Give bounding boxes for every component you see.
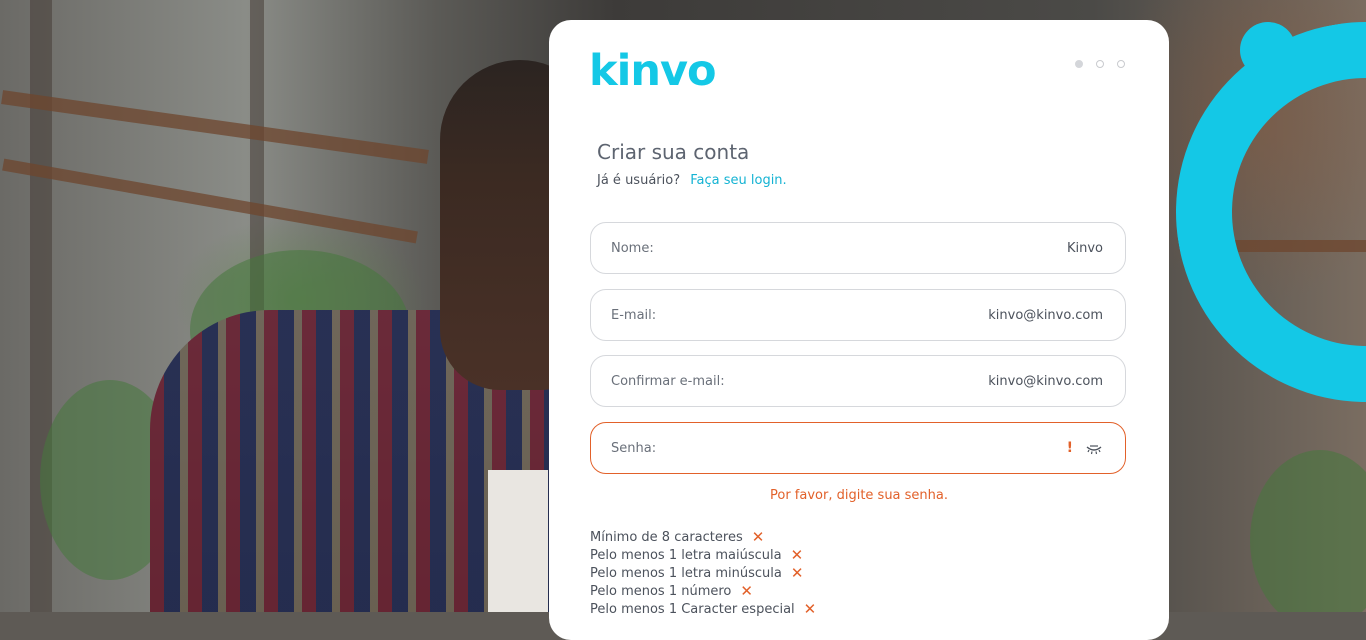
email-label: E-mail: (611, 307, 657, 323)
name-label: Nome: (611, 240, 654, 256)
confirm-email-value[interactable]: kinvo@kinvo.com (988, 374, 1103, 389)
password-error-message: Por favor, digite sua senha. (769, 488, 949, 503)
close-icon: ✕ (790, 545, 804, 564)
list-item: Pelo menos 1 número ✕ (590, 582, 816, 600)
login-link[interactable]: Faça seu login. (690, 173, 786, 188)
background-beam (1, 90, 429, 164)
email-value[interactable]: kinvo@kinvo.com (988, 308, 1103, 323)
signup-card: kinvo Criar sua conta Já é usuário? Faça… (549, 20, 1169, 640)
background-beam (2, 158, 418, 244)
login-prompt-text: Já é usuário? (597, 173, 681, 188)
password-field[interactable]: Senha: ! (590, 422, 1126, 474)
eye-closed-icon[interactable] (1085, 441, 1103, 455)
step-dot-1 (1075, 60, 1083, 68)
rule-text: Pelo menos 1 número (590, 583, 732, 599)
person-tshirt (488, 470, 548, 612)
confirm-email-label: Confirmar e-mail: (611, 373, 725, 389)
name-value[interactable]: Kinvo (1067, 241, 1103, 256)
background-plant (1250, 450, 1366, 612)
step-indicator (1075, 60, 1125, 68)
rule-text: Mínimo de 8 caracteres (590, 529, 743, 545)
name-field[interactable]: Nome: Kinvo (590, 222, 1126, 274)
rule-text: Pelo menos 1 letra minúscula (590, 565, 782, 581)
warning-icon: ! (1066, 440, 1073, 456)
list-item: Pelo menos 1 letra maiúscula ✕ (590, 546, 816, 564)
decorative-arc-cap (1240, 22, 1296, 78)
list-item: Mínimo de 8 caracteres ✕ (590, 528, 816, 546)
confirm-email-field[interactable]: Confirmar e-mail: kinvo@kinvo.com (590, 355, 1126, 407)
close-icon: ✕ (803, 599, 817, 618)
step-dot-3 (1117, 60, 1125, 68)
close-icon: ✕ (740, 581, 753, 600)
close-icon: ✕ (790, 563, 804, 582)
kinvo-logo: kinvo (589, 46, 717, 96)
step-dot-2 (1096, 60, 1104, 68)
email-field[interactable]: E-mail: kinvo@kinvo.com (590, 289, 1126, 341)
login-prompt: Já é usuário? Faça seu login. (597, 173, 787, 188)
list-item: Pelo menos 1 letra minúscula ✕ (590, 564, 816, 582)
rule-text: Pelo menos 1 letra maiúscula (590, 547, 782, 563)
list-item: Pelo menos 1 Caracter especial ✕ (590, 600, 816, 618)
close-icon: ✕ (751, 527, 765, 546)
rule-text: Pelo menos 1 Caracter especial (590, 601, 795, 617)
password-label: Senha: (611, 440, 657, 456)
password-rules-list: Mínimo de 8 caracteres ✕ Pelo menos 1 le… (590, 528, 816, 618)
page-title: Criar sua conta (597, 140, 750, 164)
